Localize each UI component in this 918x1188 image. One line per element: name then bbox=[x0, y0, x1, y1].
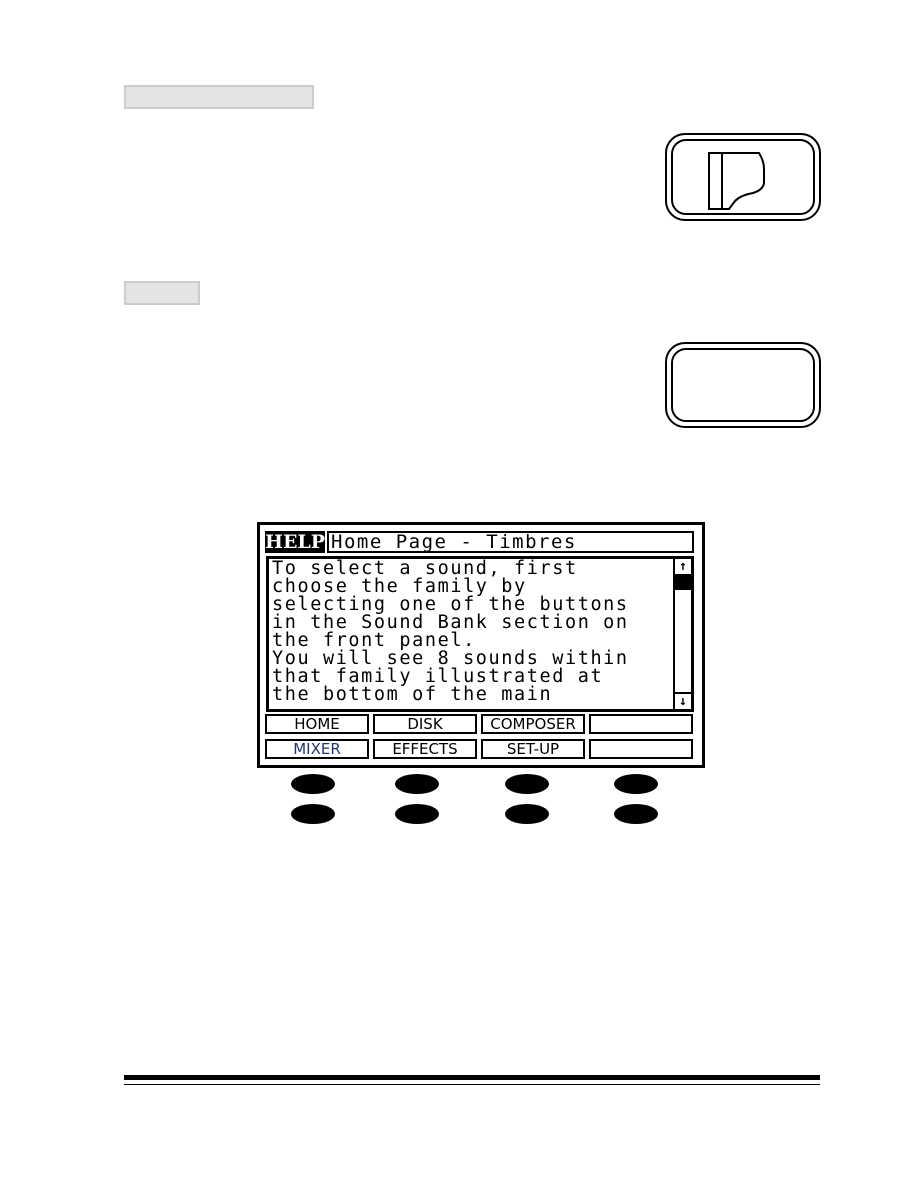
hardware-button[interactable] bbox=[614, 774, 658, 794]
hardware-button[interactable] bbox=[395, 804, 439, 824]
button-inner-border bbox=[671, 348, 815, 422]
scrollbar[interactable]: ↑ ↓ bbox=[673, 559, 691, 709]
help-logo: HELP bbox=[265, 531, 326, 553]
soft-button-mixer[interactable]: MIXER bbox=[265, 739, 369, 759]
section-label bbox=[124, 85, 314, 109]
soft-button-disk[interactable]: DISK bbox=[373, 714, 477, 734]
blank-panel-button[interactable] bbox=[665, 342, 821, 428]
scroll-up-arrow-icon[interactable]: ↑ bbox=[675, 559, 691, 576]
section-label bbox=[124, 281, 200, 305]
hardware-button[interactable] bbox=[291, 774, 335, 794]
soft-button-empty[interactable] bbox=[589, 714, 693, 734]
hardware-button[interactable] bbox=[505, 804, 549, 824]
hardware-button[interactable] bbox=[291, 804, 335, 824]
soft-button-set-up[interactable]: SET-UP bbox=[481, 739, 585, 759]
footer-rule-thin bbox=[124, 1084, 820, 1085]
soft-button-effects[interactable]: EFFECTS bbox=[373, 739, 477, 759]
grand-piano-icon bbox=[708, 152, 765, 210]
soft-button-home[interactable]: HOME bbox=[265, 714, 369, 734]
piano-panel-button[interactable] bbox=[665, 133, 821, 221]
hardware-button[interactable] bbox=[395, 774, 439, 794]
help-display: HELP Home Page - Timbres To select a sou… bbox=[257, 522, 705, 768]
help-text: To select a sound, first choose the famil… bbox=[272, 559, 677, 705]
soft-button-empty[interactable] bbox=[589, 739, 693, 759]
page-title: Home Page - Timbres bbox=[327, 531, 694, 553]
soft-button-composer[interactable]: COMPOSER bbox=[481, 714, 585, 734]
scroll-down-arrow-icon[interactable]: ↓ bbox=[675, 692, 691, 709]
hardware-button[interactable] bbox=[614, 804, 658, 824]
help-text-line: the bottom of the main bbox=[272, 684, 553, 705]
help-text-area: To select a sound, first choose the famil… bbox=[266, 556, 694, 712]
scroll-thumb[interactable] bbox=[675, 576, 691, 590]
hardware-button[interactable] bbox=[505, 774, 549, 794]
footer-rule-thick bbox=[124, 1075, 820, 1080]
